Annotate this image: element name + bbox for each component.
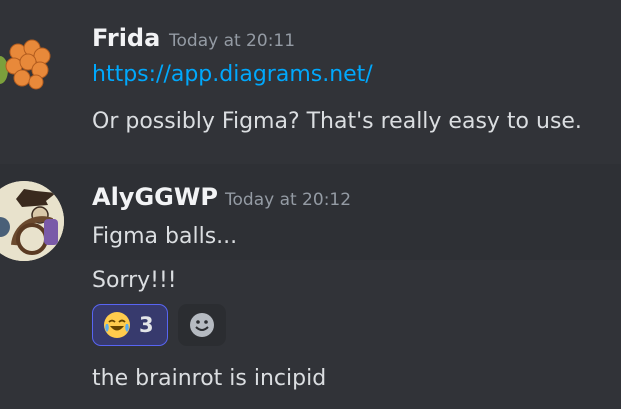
message-link[interactable]: https://app.diagrams.net/ (92, 62, 373, 87)
reaction-joy-button[interactable]: 3 (92, 304, 168, 346)
message-text: the brainrot is incipid (92, 366, 327, 391)
message-link-line: https://app.diagrams.net/ (92, 62, 373, 87)
timestamp: Today at 20:12 (225, 190, 352, 210)
add-reaction-smiley-icon (190, 313, 214, 337)
author-name[interactable]: AlyGGWP (92, 183, 218, 211)
add-reaction-button[interactable] (178, 304, 226, 346)
message-text: Figma balls... (92, 224, 238, 249)
joy-emoji-icon (104, 312, 130, 338)
message-text: Sorry!!! (92, 268, 177, 293)
author-name[interactable]: Frida (92, 24, 160, 52)
frida-avatar[interactable] (0, 22, 58, 102)
message-text: Or possibly Figma? That's really easy to… (92, 109, 582, 134)
reaction-count: 3 (139, 313, 154, 337)
raspberry-icon (0, 39, 51, 90)
timestamp: Today at 20:11 (169, 31, 296, 51)
